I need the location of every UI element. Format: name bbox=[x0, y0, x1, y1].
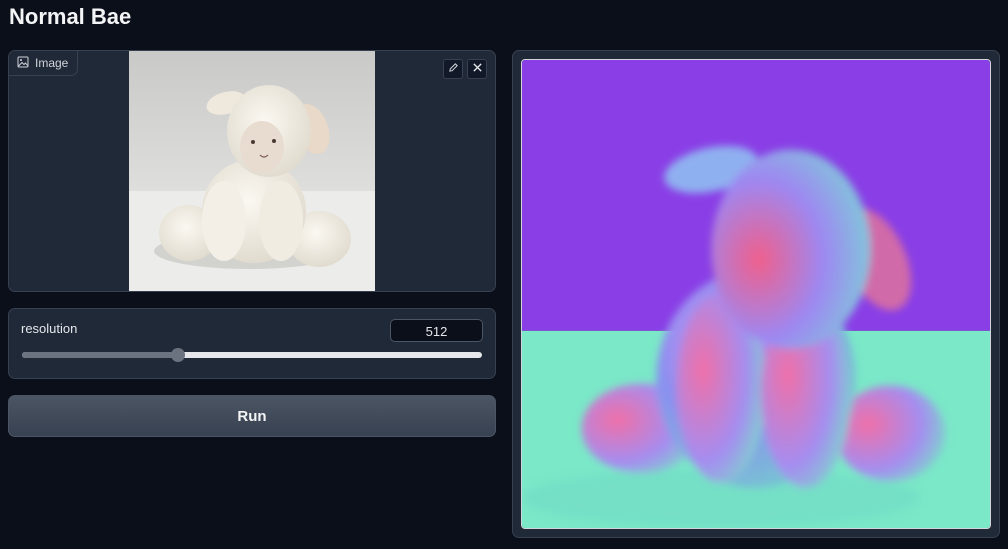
close-icon bbox=[472, 60, 483, 78]
run-button[interactable]: Run bbox=[8, 395, 496, 437]
resolution-slider-track[interactable] bbox=[22, 348, 482, 362]
normal-map-output-image bbox=[521, 59, 991, 529]
lamb-plush-photo bbox=[129, 51, 375, 291]
clear-image-button[interactable] bbox=[467, 59, 487, 79]
edit-image-button[interactable] bbox=[443, 59, 463, 79]
image-label-badge: Image bbox=[9, 51, 79, 76]
input-image-panel[interactable]: Image bbox=[8, 50, 496, 292]
image-label: Image bbox=[35, 56, 69, 70]
image-actions bbox=[443, 59, 487, 79]
page-title: Normal Bae bbox=[9, 4, 132, 29]
image-icon bbox=[17, 56, 29, 71]
resolution-label: resolution bbox=[21, 321, 78, 336]
pencil-icon bbox=[448, 60, 459, 78]
resolution-slider-fill bbox=[22, 352, 179, 358]
resolution-slider-thumb[interactable] bbox=[171, 348, 186, 362]
resolution-number-input[interactable]: 512 bbox=[390, 319, 483, 342]
resolution-slider-panel: resolution 512 bbox=[8, 308, 496, 379]
output-image-panel bbox=[512, 50, 1000, 538]
